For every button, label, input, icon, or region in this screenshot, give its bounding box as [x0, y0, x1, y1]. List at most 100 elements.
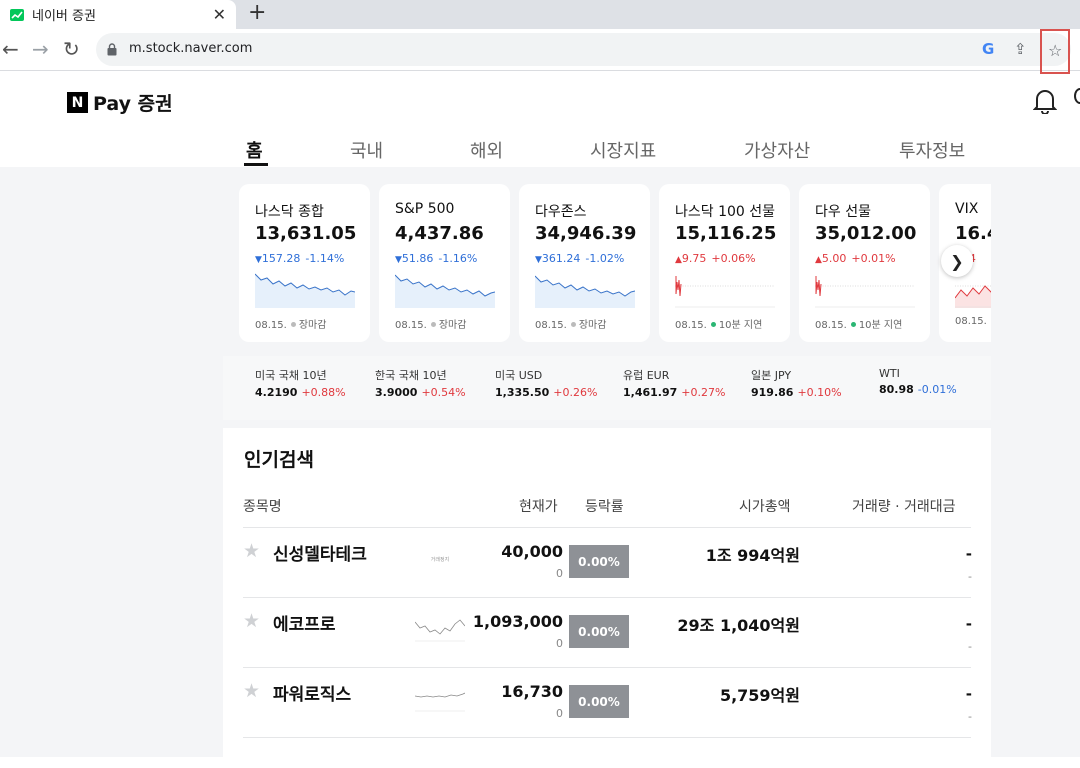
index-status: 장마감 — [299, 320, 327, 331]
rate-value-line: 3.9000+0.54% — [375, 386, 466, 399]
change-amount: 361.24 — [542, 252, 581, 265]
index-status: 10분 지연 — [719, 320, 763, 331]
rate-change: +0.26% — [553, 386, 597, 399]
triangle-up-icon: ▲ — [815, 255, 822, 265]
close-icon[interactable]: ✕ — [213, 5, 226, 24]
search-icon[interactable] — [1074, 88, 1080, 104]
browser-tab[interactable]: 네이버 증권 ✕ — [0, 0, 236, 29]
index-sparkline — [395, 272, 495, 308]
rate-change: -0.01% — [918, 383, 957, 396]
address-bar[interactable]: m.stock.naver.com G ⇪ — [96, 33, 1071, 66]
browser-toolbar: ← → ↻ m.stock.naver.com G ⇪ ☆ — [0, 29, 1080, 71]
index-sparkline — [535, 272, 635, 308]
status-dot-icon — [291, 322, 296, 327]
change-rate: -1.16% — [438, 252, 477, 265]
row-divider — [243, 737, 971, 738]
index-name: S&P 500 — [395, 201, 454, 217]
index-card[interactable]: 다우존스34,946.39▼361.24-1.02%08.15.장마감 — [519, 184, 650, 342]
index-change: ▲9.75+0.06% — [675, 252, 756, 265]
index-footer: 08.15. — [955, 316, 991, 327]
share-icon[interactable]: ⇪ — [1014, 40, 1027, 58]
tab-investment-info[interactable]: 투자정보 — [899, 137, 965, 163]
index-name: 다우 선물 — [815, 201, 871, 221]
market-cap: 1조 994억원 — [706, 542, 800, 566]
stock-name[interactable]: 신성델타테크 — [273, 540, 367, 565]
market-rate-item[interactable]: 미국 USD1,335.50+0.26% — [495, 367, 597, 399]
header-volume[interactable]: 거래량 · 거래대금 — [852, 496, 956, 516]
forward-icon[interactable]: → — [32, 38, 49, 60]
rate-value: 1,335.50 — [495, 386, 549, 399]
lock-icon — [107, 43, 117, 56]
index-card[interactable]: S&P 5004,437.86▼51.86-1.16%08.15.장마감 — [379, 184, 510, 342]
tab-home[interactable]: 홈 — [246, 137, 263, 163]
tab-market-indicators[interactable]: 시장지표 — [590, 137, 656, 163]
main-nav: 홈 국내 해외 시장지표 가상자산 투자정보 — [0, 137, 1080, 167]
index-value: 13,631.05 — [255, 223, 356, 244]
index-card[interactable]: 다우 선물35,012.00▲5.00+0.01%08.15.10분 지연 — [799, 184, 930, 342]
stock-name[interactable]: 파워로직스 — [273, 680, 351, 705]
market-rate-item[interactable]: WTI80.98-0.01% — [879, 367, 957, 396]
index-status: 장마감 — [439, 320, 467, 331]
index-footer: 08.15.장마감 — [255, 316, 326, 331]
trade-volume: - — [966, 685, 972, 703]
new-tab-button[interactable]: + — [248, 2, 266, 24]
current-price: 1,093,000 — [473, 612, 563, 631]
section-title: 인기검색 — [244, 445, 314, 472]
table-row[interactable]: ★신성델타테크거래정지40,00000.00%1조 994억원-- — [223, 528, 991, 598]
status-dot-icon — [711, 322, 716, 327]
change-rate: -1.14% — [305, 252, 344, 265]
index-card[interactable]: 나스닥 종합13,631.05▼157.28-1.14%08.15.장마감 — [239, 184, 370, 342]
index-change: ▼51.86-1.16% — [395, 252, 477, 265]
tab-domestic[interactable]: 국내 — [350, 137, 383, 163]
market-rate-item[interactable]: 한국 국채 10년3.9000+0.54% — [375, 367, 466, 399]
market-rate-item[interactable]: 일본 JPY919.86+0.10% — [751, 367, 842, 399]
index-footer: 08.15.장마감 — [395, 316, 466, 331]
index-sparkline — [955, 272, 991, 308]
market-cap: 29조 1,040억원 — [677, 612, 800, 636]
triangle-down-icon: ▼ — [395, 255, 402, 265]
carousel-next-button[interactable]: ❯ — [941, 245, 973, 277]
bell-icon[interactable] — [1033, 88, 1057, 114]
price-change: 0 — [556, 637, 563, 650]
change-rate-badge: 0.00% — [569, 545, 629, 578]
index-name: 나스닥 100 선물 — [675, 201, 775, 221]
rate-value: 3.9000 — [375, 386, 417, 399]
index-value: 35,012.00 — [815, 223, 916, 244]
header-price[interactable]: 현재가 — [519, 496, 558, 516]
change-rate-badge: 0.00% — [569, 615, 629, 648]
triangle-down-icon: ▼ — [255, 255, 262, 265]
tab-overseas[interactable]: 해외 — [470, 137, 503, 163]
header-rate[interactable]: 등락률 — [585, 496, 624, 516]
star-icon[interactable]: ★ — [243, 680, 260, 702]
change-rate-badge: 0.00% — [569, 685, 629, 718]
index-change: ▲5.00+0.01% — [815, 252, 896, 265]
star-icon[interactable]: ★ — [243, 610, 260, 632]
naver-pay-logo[interactable]: N Pay 증권 — [67, 89, 173, 116]
index-status: 10분 지연 — [859, 320, 903, 331]
trade-amount: - — [968, 570, 972, 583]
index-value: 16.4 — [955, 223, 991, 244]
google-icon[interactable]: G — [982, 40, 994, 58]
index-value: 34,946.39 — [535, 223, 636, 244]
header-market-cap[interactable]: 시가총액 — [739, 496, 791, 516]
index-status: 장마감 — [579, 320, 607, 331]
status-dot-icon — [571, 322, 576, 327]
reload-icon[interactable]: ↻ — [63, 38, 80, 60]
star-icon[interactable]: ★ — [243, 540, 260, 562]
index-date: 08.15. — [955, 316, 987, 327]
tab-crypto[interactable]: 가상자산 — [744, 137, 810, 163]
table-row[interactable]: ★파워로직스16,73000.00%5,759억원-- — [223, 668, 991, 738]
market-rate-item[interactable]: 미국 국채 10년4.2190+0.88% — [255, 367, 346, 399]
bookmark-button[interactable]: ☆ — [1040, 29, 1070, 74]
table-row[interactable]: ★에코프로1,093,00000.00%29조 1,040억원-- — [223, 598, 991, 668]
star-icon: ☆ — [1048, 41, 1062, 60]
index-card-carousel: 나스닥 종합13,631.05▼157.28-1.14%08.15.장마감S&P… — [239, 184, 991, 342]
market-rate-item[interactable]: 유럽 EUR1,461.97+0.27% — [623, 367, 725, 399]
index-date: 08.15. — [675, 320, 707, 331]
stock-name[interactable]: 에코프로 — [273, 610, 336, 635]
back-icon[interactable]: ← — [2, 38, 19, 60]
rate-value: 919.86 — [751, 386, 793, 399]
index-card[interactable]: 나스닥 100 선물15,116.25▲9.75+0.06%08.15.10분 … — [659, 184, 790, 342]
status-dot-icon — [851, 322, 856, 327]
market-cap: 5,759억원 — [720, 682, 800, 706]
